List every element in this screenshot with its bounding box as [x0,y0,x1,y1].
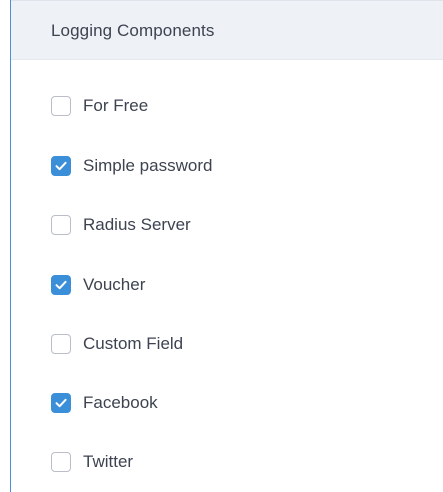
voucher-checkbox[interactable] [51,275,71,295]
logging-components-window: Logging Components For Free Simple passw… [0,0,443,492]
for-free-checkbox[interactable] [51,96,71,116]
simple-password-checkbox[interactable] [51,156,71,176]
facebook-checkbox[interactable] [51,393,71,413]
option-simple-password[interactable]: Simple password [51,154,212,178]
checkmark-icon [55,280,67,290]
twitter-checkbox[interactable] [51,452,71,472]
custom-field-label: Custom Field [83,334,184,353]
radius-server-label: Radius Server [83,215,191,234]
option-for-free[interactable]: For Free [51,94,148,118]
checkmark-icon [55,161,67,171]
logging-components-panel: Logging Components For Free Simple passw… [11,0,443,492]
checkmark-icon [55,398,67,408]
voucher-label: Voucher [83,275,146,294]
simple-password-label: Simple password [83,156,213,175]
panel-header: Logging Components [11,0,443,60]
option-radius-server[interactable]: Radius Server [51,213,191,237]
panel-title: Logging Components [51,21,215,40]
option-twitter[interactable]: Twitter [51,450,133,474]
radius-server-checkbox[interactable] [51,215,71,235]
option-voucher[interactable]: Voucher [51,273,145,297]
for-free-label: For Free [83,96,149,115]
twitter-label: Twitter [83,452,134,471]
custom-field-checkbox[interactable] [51,334,71,354]
option-facebook[interactable]: Facebook [51,391,158,415]
option-custom-field[interactable]: Custom Field [51,332,183,356]
facebook-label: Facebook [83,393,158,412]
